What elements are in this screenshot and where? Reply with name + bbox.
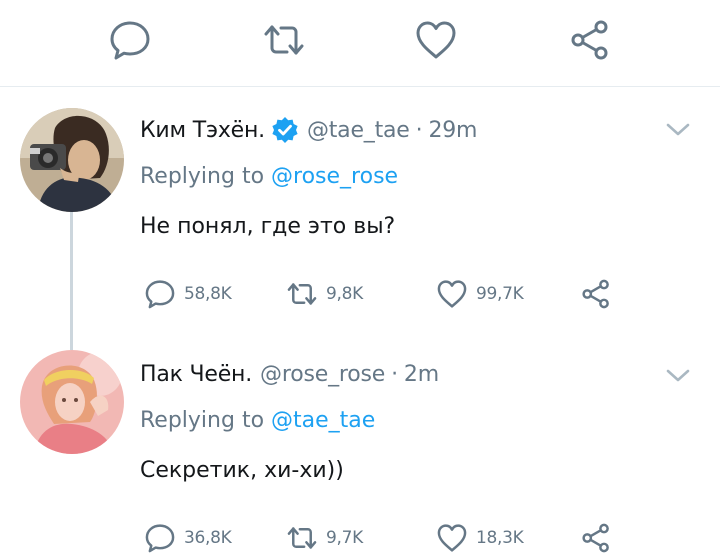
user-handle[interactable]: @tae_tae xyxy=(307,118,410,143)
retweet-icon[interactable] xyxy=(262,18,306,62)
timestamp[interactable]: 29m xyxy=(428,118,477,143)
reply-icon[interactable] xyxy=(108,18,152,62)
tweet-actions: 36,8K 9,7K 18,3K xyxy=(140,520,640,556)
user-handle[interactable]: @rose_rose xyxy=(260,362,385,387)
like-count: 18,3K xyxy=(476,528,524,548)
separator-dot: · xyxy=(415,117,423,143)
avatar[interactable] xyxy=(20,108,124,212)
tweet-header: Пак Чеён. @rose_rose · 2m xyxy=(140,357,439,391)
reply-count: 36,8K xyxy=(184,528,232,548)
retweet-count: 9,7K xyxy=(326,528,363,548)
share-button[interactable] xyxy=(580,276,612,312)
verified-badge-icon xyxy=(271,116,299,144)
share-button[interactable] xyxy=(580,520,612,556)
replying-to-mention[interactable]: @rose_rose xyxy=(271,164,398,189)
share-icon xyxy=(580,278,612,310)
reply-icon xyxy=(144,278,176,310)
share-icon xyxy=(580,522,612,554)
retweet-icon xyxy=(286,522,318,554)
like-button[interactable]: 99,7K xyxy=(436,276,524,312)
reply-icon xyxy=(144,522,176,554)
replying-to-label: Replying to xyxy=(140,164,265,189)
like-count: 99,7K xyxy=(476,284,524,304)
tweet-text: Секретик, хи-хи)) xyxy=(140,458,344,483)
chevron-down-icon[interactable] xyxy=(664,362,692,390)
replying-to-line: Replying to @rose_rose xyxy=(140,164,398,196)
reply-button[interactable]: 58,8K xyxy=(144,276,232,312)
like-button[interactable]: 18,3K xyxy=(436,520,524,556)
separator-dot: · xyxy=(391,361,398,387)
display-name[interactable]: Ким Тэхён. xyxy=(140,118,265,143)
thread-connector-line xyxy=(70,212,73,350)
retweet-button[interactable]: 9,7K xyxy=(286,520,363,556)
tweet-text: Не понял, где это вы? xyxy=(140,214,396,239)
share-icon[interactable] xyxy=(568,18,612,62)
tweet-actions: 58,8K 9,8K 99,7K xyxy=(140,276,640,312)
like-icon[interactable] xyxy=(414,18,458,62)
like-icon xyxy=(436,278,468,310)
retweet-button[interactable]: 9,8K xyxy=(286,276,363,312)
reply-count: 58,8K xyxy=(184,284,232,304)
tweet-header: Ким Тэхён. @tae_tae · 29m xyxy=(140,113,477,147)
reply-button[interactable]: 36,8K xyxy=(144,520,232,556)
timestamp[interactable]: 2m xyxy=(404,362,439,387)
retweet-count: 9,8K xyxy=(326,284,363,304)
chevron-down-icon[interactable] xyxy=(664,116,692,144)
display-name[interactable]: Пак Чеён. xyxy=(140,362,252,387)
replying-to-label: Replying to xyxy=(140,408,265,433)
tweet-action-bar xyxy=(0,0,720,87)
retweet-icon xyxy=(286,278,318,310)
replying-to-line: Replying to @tae_tae xyxy=(140,408,375,440)
like-icon xyxy=(436,522,468,554)
avatar[interactable] xyxy=(20,350,124,454)
replying-to-mention[interactable]: @tae_tae xyxy=(271,408,375,433)
